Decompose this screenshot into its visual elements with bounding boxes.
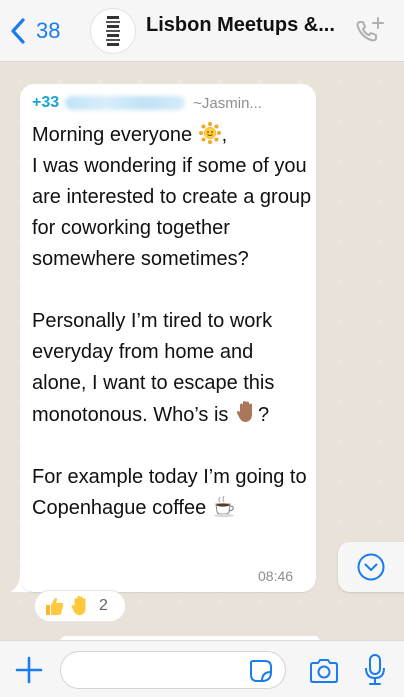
message-bubble[interactable]: +33 ~Jasmin... Morning everyone , I was … <box>20 84 316 592</box>
plus-icon[interactable] <box>14 655 44 685</box>
sticker-icon[interactable] <box>248 658 274 684</box>
thumbs-up-emoji-icon <box>46 597 64 615</box>
scroll-to-bottom-button[interactable] <box>338 542 404 592</box>
camera-icon[interactable] <box>308 657 340 685</box>
message-text: Morning everyone , I was wondering if so… <box>32 120 312 524</box>
chat-title[interactable]: Lisbon Meetups &... <box>146 14 335 37</box>
back-button[interactable]: 38 <box>8 14 60 48</box>
microphone-icon[interactable] <box>362 653 388 687</box>
hot-coffee-emoji-icon <box>213 495 234 518</box>
chevron-down-circle-icon <box>357 553 385 581</box>
message-text-part-1: Morning everyone <box>32 124 198 146</box>
chevron-left-icon <box>11 18 25 44</box>
unread-count: 38 <box>36 18 61 43</box>
raised-hand-emoji-icon <box>236 401 252 422</box>
chat-header: 38 Lisbon Meetups &... <box>0 0 404 62</box>
message-time: 08:46 <box>258 568 294 584</box>
reaction-count: 2 <box>99 597 108 614</box>
add-call-icon[interactable] <box>352 16 386 46</box>
group-logo-icon <box>104 14 122 48</box>
composer-bar <box>0 640 404 697</box>
message-text-part-2: , I was wondering if some of you are int… <box>32 124 312 426</box>
sun-emoji-icon <box>198 122 221 144</box>
sender-number: +33 <box>32 94 60 111</box>
sender-name: ~Jasmin... <box>193 94 262 112</box>
redacted-number <box>65 96 186 110</box>
message-sender[interactable]: +33 ~Jasmin... <box>32 92 308 114</box>
message-reactions[interactable]: 2 <box>34 590 126 622</box>
group-avatar[interactable] <box>90 8 136 54</box>
raised-hand-reaction-icon <box>71 595 86 616</box>
